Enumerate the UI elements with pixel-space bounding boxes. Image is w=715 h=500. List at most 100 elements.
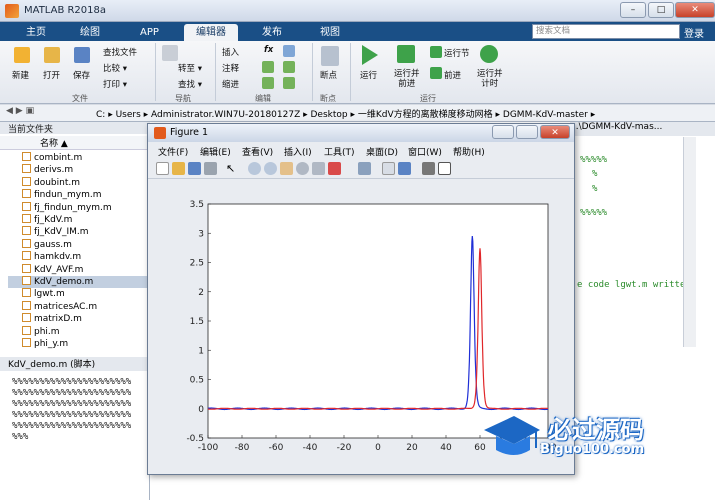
- pan-icon[interactable]: [280, 162, 293, 175]
- save-icon[interactable]: [188, 162, 201, 175]
- insert-button[interactable]: 插入: [222, 46, 239, 58]
- rotate-icon[interactable]: [296, 162, 309, 175]
- file-item[interactable]: fj_findun_mym.m: [22, 201, 112, 214]
- data-cursor-icon[interactable]: [312, 162, 325, 175]
- figure-minimize-button[interactable]: [492, 125, 514, 139]
- figure-maximize-button[interactable]: [516, 125, 538, 139]
- file-item[interactable]: KdV_AVF.m: [22, 263, 83, 276]
- new-figure-icon[interactable]: [156, 162, 169, 175]
- pointer-icon[interactable]: ↖: [226, 162, 239, 175]
- brush-icon[interactable]: [328, 162, 341, 175]
- file-item[interactable]: derivs.m: [22, 164, 73, 176]
- fx-button[interactable]: fx: [264, 45, 273, 55]
- breadcrumb-item[interactable]: Users: [116, 110, 141, 120]
- nav-arrows-icon[interactable]: ◀ ▶ ▣: [6, 106, 34, 116]
- goto-button[interactable]: 转至 ▾: [178, 62, 202, 74]
- menu-window[interactable]: 窗口(W): [408, 145, 442, 158]
- file-item[interactable]: matricesAC.m: [22, 300, 97, 313]
- file-item[interactable]: fj_KdV.m: [22, 214, 72, 226]
- matlab-logo-icon: [154, 127, 166, 139]
- breadcrumb-item[interactable]: 一维KdV方程的离散梯度移动网格: [358, 110, 493, 120]
- menu-help[interactable]: 帮助(H): [453, 145, 485, 158]
- show-plot-tools-icon[interactable]: [438, 162, 451, 175]
- insert-comment-icon[interactable]: [283, 45, 295, 57]
- legend-icon[interactable]: [398, 162, 411, 175]
- percent-icon[interactable]: [262, 61, 274, 73]
- tab-publish[interactable]: 发布: [250, 24, 294, 41]
- file-item[interactable]: lgwt.m: [22, 288, 65, 300]
- breakpoints-button[interactable]: 断点: [320, 69, 337, 81]
- zoom-out-icon[interactable]: [264, 162, 277, 175]
- open-icon[interactable]: [172, 162, 185, 175]
- breadcrumb-item[interactable]: DGMM-KdV-master: [503, 110, 588, 120]
- minimize-button[interactable]: –: [620, 2, 646, 18]
- run-section-button[interactable]: 运行节: [444, 47, 470, 59]
- file-item[interactable]: phi_y.m: [22, 338, 68, 350]
- file-item[interactable]: matrixD.m: [22, 313, 82, 325]
- window-title: MATLAB R2018a: [24, 5, 107, 16]
- menu-edit[interactable]: 编辑(E): [200, 145, 231, 158]
- maximize-button[interactable]: □: [648, 2, 674, 18]
- breadcrumb-item[interactable]: Administrator.WIN7U-20180127Z: [151, 110, 300, 120]
- tab-editor[interactable]: 编辑器: [184, 24, 238, 41]
- link-plot-icon[interactable]: [358, 162, 371, 175]
- editor-scrollbar[interactable]: [683, 137, 696, 347]
- file-item[interactable]: doubint.m: [22, 176, 80, 189]
- tab-view[interactable]: 视图: [308, 24, 352, 41]
- run-time-button[interactable]: 运行并 计时: [477, 69, 503, 89]
- uncomment-icon[interactable]: [283, 61, 295, 73]
- name-column-header[interactable]: 名称 ▲: [0, 136, 150, 150]
- print-icon[interactable]: [204, 162, 217, 175]
- comment-line: %%%%%%%%%%%%%%%%%%%%%%: [12, 377, 132, 387]
- open-button[interactable]: 打开: [43, 69, 60, 81]
- advance-button[interactable]: 前进: [444, 69, 461, 81]
- find-button[interactable]: 查找 ▾: [178, 78, 202, 90]
- file-item[interactable]: fj_KdV_IM.m: [22, 226, 89, 238]
- find-file-button[interactable]: 查找文件: [103, 46, 137, 58]
- divider: [350, 43, 351, 101]
- tab-plots[interactable]: 绘图: [68, 24, 112, 41]
- ribbon-tabs: 主页 绘图 APP 编辑器 发布 视图 搜索文档 登录: [0, 22, 715, 41]
- smart-indent-icon[interactable]: [283, 77, 295, 89]
- figure-close-button[interactable]: ✕: [540, 125, 570, 139]
- save-button[interactable]: 保存: [73, 69, 90, 81]
- comment-button[interactable]: 注释: [222, 62, 239, 74]
- indent-button[interactable]: 缩进: [222, 78, 239, 90]
- run-time-icon: [480, 45, 498, 63]
- file-item[interactable]: KdV_demo.m: [8, 276, 150, 289]
- file-item[interactable]: findun_mym.m: [22, 189, 101, 201]
- indent-icon[interactable]: [262, 77, 274, 89]
- new-button[interactable]: 新建: [12, 69, 29, 81]
- file-name: derivs.m: [34, 165, 74, 176]
- menu-tools[interactable]: 工具(T): [324, 145, 355, 158]
- menu-desktop[interactable]: 桌面(D): [366, 145, 398, 158]
- breadcrumb-item[interactable]: Desktop: [311, 110, 348, 120]
- breadcrumb-item[interactable]: C:: [96, 110, 105, 120]
- editor-tab[interactable]: ...\DGMM-KdV-mas...: [570, 122, 715, 136]
- hide-plot-tools-icon[interactable]: [422, 162, 435, 175]
- run-advance-button[interactable]: 运行并 前进: [394, 69, 420, 89]
- login-link[interactable]: 登录: [684, 25, 704, 40]
- search-input[interactable]: 搜索文档: [532, 24, 680, 39]
- zoom-in-icon[interactable]: [248, 162, 261, 175]
- file-item[interactable]: gauss.m: [22, 238, 72, 251]
- code-line: %: [592, 184, 598, 194]
- file-item[interactable]: combint.m: [22, 152, 82, 164]
- run-button[interactable]: 运行: [360, 69, 377, 81]
- menu-insert[interactable]: 插入(I): [284, 145, 312, 158]
- menu-view[interactable]: 查看(V): [242, 145, 273, 158]
- address-bar[interactable]: ◀ ▶ ▣ C: ▸ Users ▸ Administrator.WIN7U-2…: [0, 105, 715, 122]
- tab-home[interactable]: 主页: [14, 24, 58, 41]
- figure-menubar: 文件(F) 编辑(E) 查看(V) 插入(I) 工具(T) 桌面(D) 窗口(W…: [148, 143, 574, 158]
- watermark: 必过源码 Biguo100.com: [480, 404, 715, 464]
- tab-apps[interactable]: APP: [128, 24, 171, 41]
- close-button[interactable]: ✕: [675, 2, 715, 18]
- file-name: hamkdv.m: [34, 252, 82, 263]
- compare-button[interactable]: 比较 ▾: [103, 62, 127, 74]
- menu-file[interactable]: 文件(F): [158, 145, 188, 158]
- colorbar-icon[interactable]: [382, 162, 395, 175]
- file-item[interactable]: phi.m: [22, 325, 60, 338]
- file-item[interactable]: hamkdv.m: [22, 251, 81, 263]
- y-tick-label: 3: [198, 229, 204, 239]
- print-button[interactable]: 打印 ▾: [103, 78, 127, 90]
